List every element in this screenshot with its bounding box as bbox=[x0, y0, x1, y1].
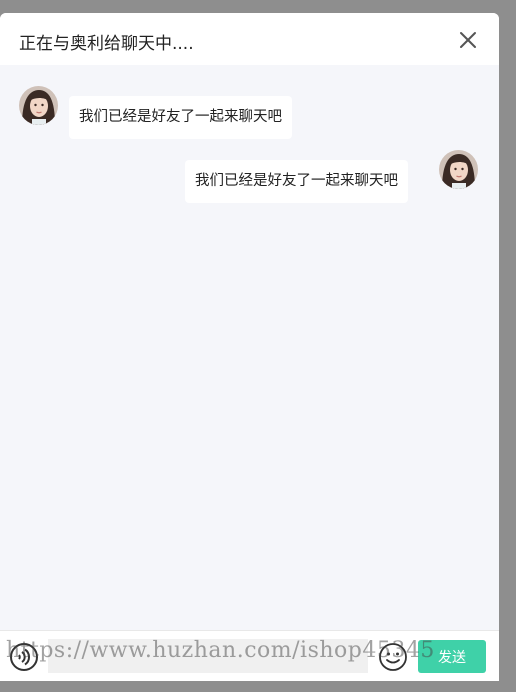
avatar[interactable] bbox=[439, 150, 478, 189]
chat-header: 正在与奥利给聊天中.... bbox=[0, 13, 499, 65]
avatar[interactable] bbox=[19, 86, 58, 125]
send-button[interactable]: 发送 bbox=[418, 640, 486, 673]
message-bubble-received: 我们已经是好友了一起来聊天吧 bbox=[69, 96, 292, 139]
voice-icon[interactable] bbox=[9, 642, 39, 672]
message-list: 我们已经是好友了一起来聊天吧 我们已经是好友了一起来聊天吧 bbox=[0, 65, 499, 630]
emoji-icon[interactable] bbox=[378, 642, 408, 672]
chat-dialog: 正在与奥利给聊天中.... 我们已经是好友了一起来聊天吧 我们已经是好友了一起来… bbox=[0, 13, 499, 681]
close-icon[interactable] bbox=[457, 29, 479, 51]
message-bubble-sent: 我们已经是好友了一起来聊天吧 bbox=[185, 160, 408, 203]
chat-title: 正在与奥利给聊天中.... bbox=[19, 34, 194, 54]
chat-input-bar: 发送 bbox=[0, 630, 499, 681]
message-input[interactable] bbox=[48, 639, 368, 673]
